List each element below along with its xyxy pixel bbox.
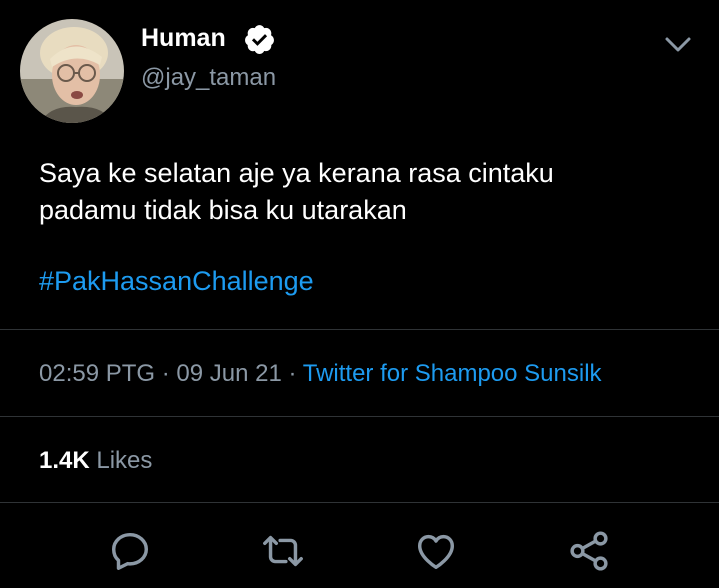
hashtag-link[interactable]: #PakHassanChallenge <box>39 266 314 297</box>
tweet-date[interactable]: 09 Jun 21 <box>176 360 281 387</box>
user-handle[interactable]: @jay_taman <box>141 64 276 92</box>
tweet-text-line: padamu tidak bisa ku utarakan <box>39 195 407 225</box>
divider <box>0 502 719 503</box>
verified-badge-icon <box>243 23 276 56</box>
tweet-text: Saya ke selatan aje ya kerana rasa cinta… <box>39 155 679 229</box>
share-button[interactable] <box>566 528 612 574</box>
meta-separator: · <box>161 360 170 387</box>
tweet-text-line: Saya ke selatan aje ya kerana rasa cinta… <box>39 158 554 188</box>
reply-button[interactable] <box>107 528 153 574</box>
retweet-icon <box>263 535 303 567</box>
retweet-button[interactable] <box>260 528 306 574</box>
likes-stat[interactable]: 1.4K Likes <box>39 447 152 475</box>
likes-label: Likes <box>96 447 153 474</box>
heart-icon <box>417 534 455 570</box>
chevron-down-icon[interactable] <box>662 30 694 60</box>
meta-separator: · <box>288 360 297 387</box>
reply-icon <box>111 532 149 570</box>
display-name[interactable]: Human <box>141 24 226 53</box>
share-icon <box>570 531 608 571</box>
likes-count: 1.4K <box>39 447 90 474</box>
tweet-meta: 02:59 PTG · 09 Jun 21 · Twitter for Sham… <box>39 360 602 388</box>
divider <box>0 329 719 330</box>
like-button[interactable] <box>413 528 459 574</box>
divider <box>0 416 719 417</box>
tweet-time[interactable]: 02:59 PTG <box>39 360 155 387</box>
avatar[interactable] <box>20 19 124 123</box>
tweet-detail: Human @jay_taman Saya ke selatan aje ya … <box>0 0 719 588</box>
tweet-source-link[interactable]: Twitter for Shampoo Sunsilk <box>303 360 602 387</box>
